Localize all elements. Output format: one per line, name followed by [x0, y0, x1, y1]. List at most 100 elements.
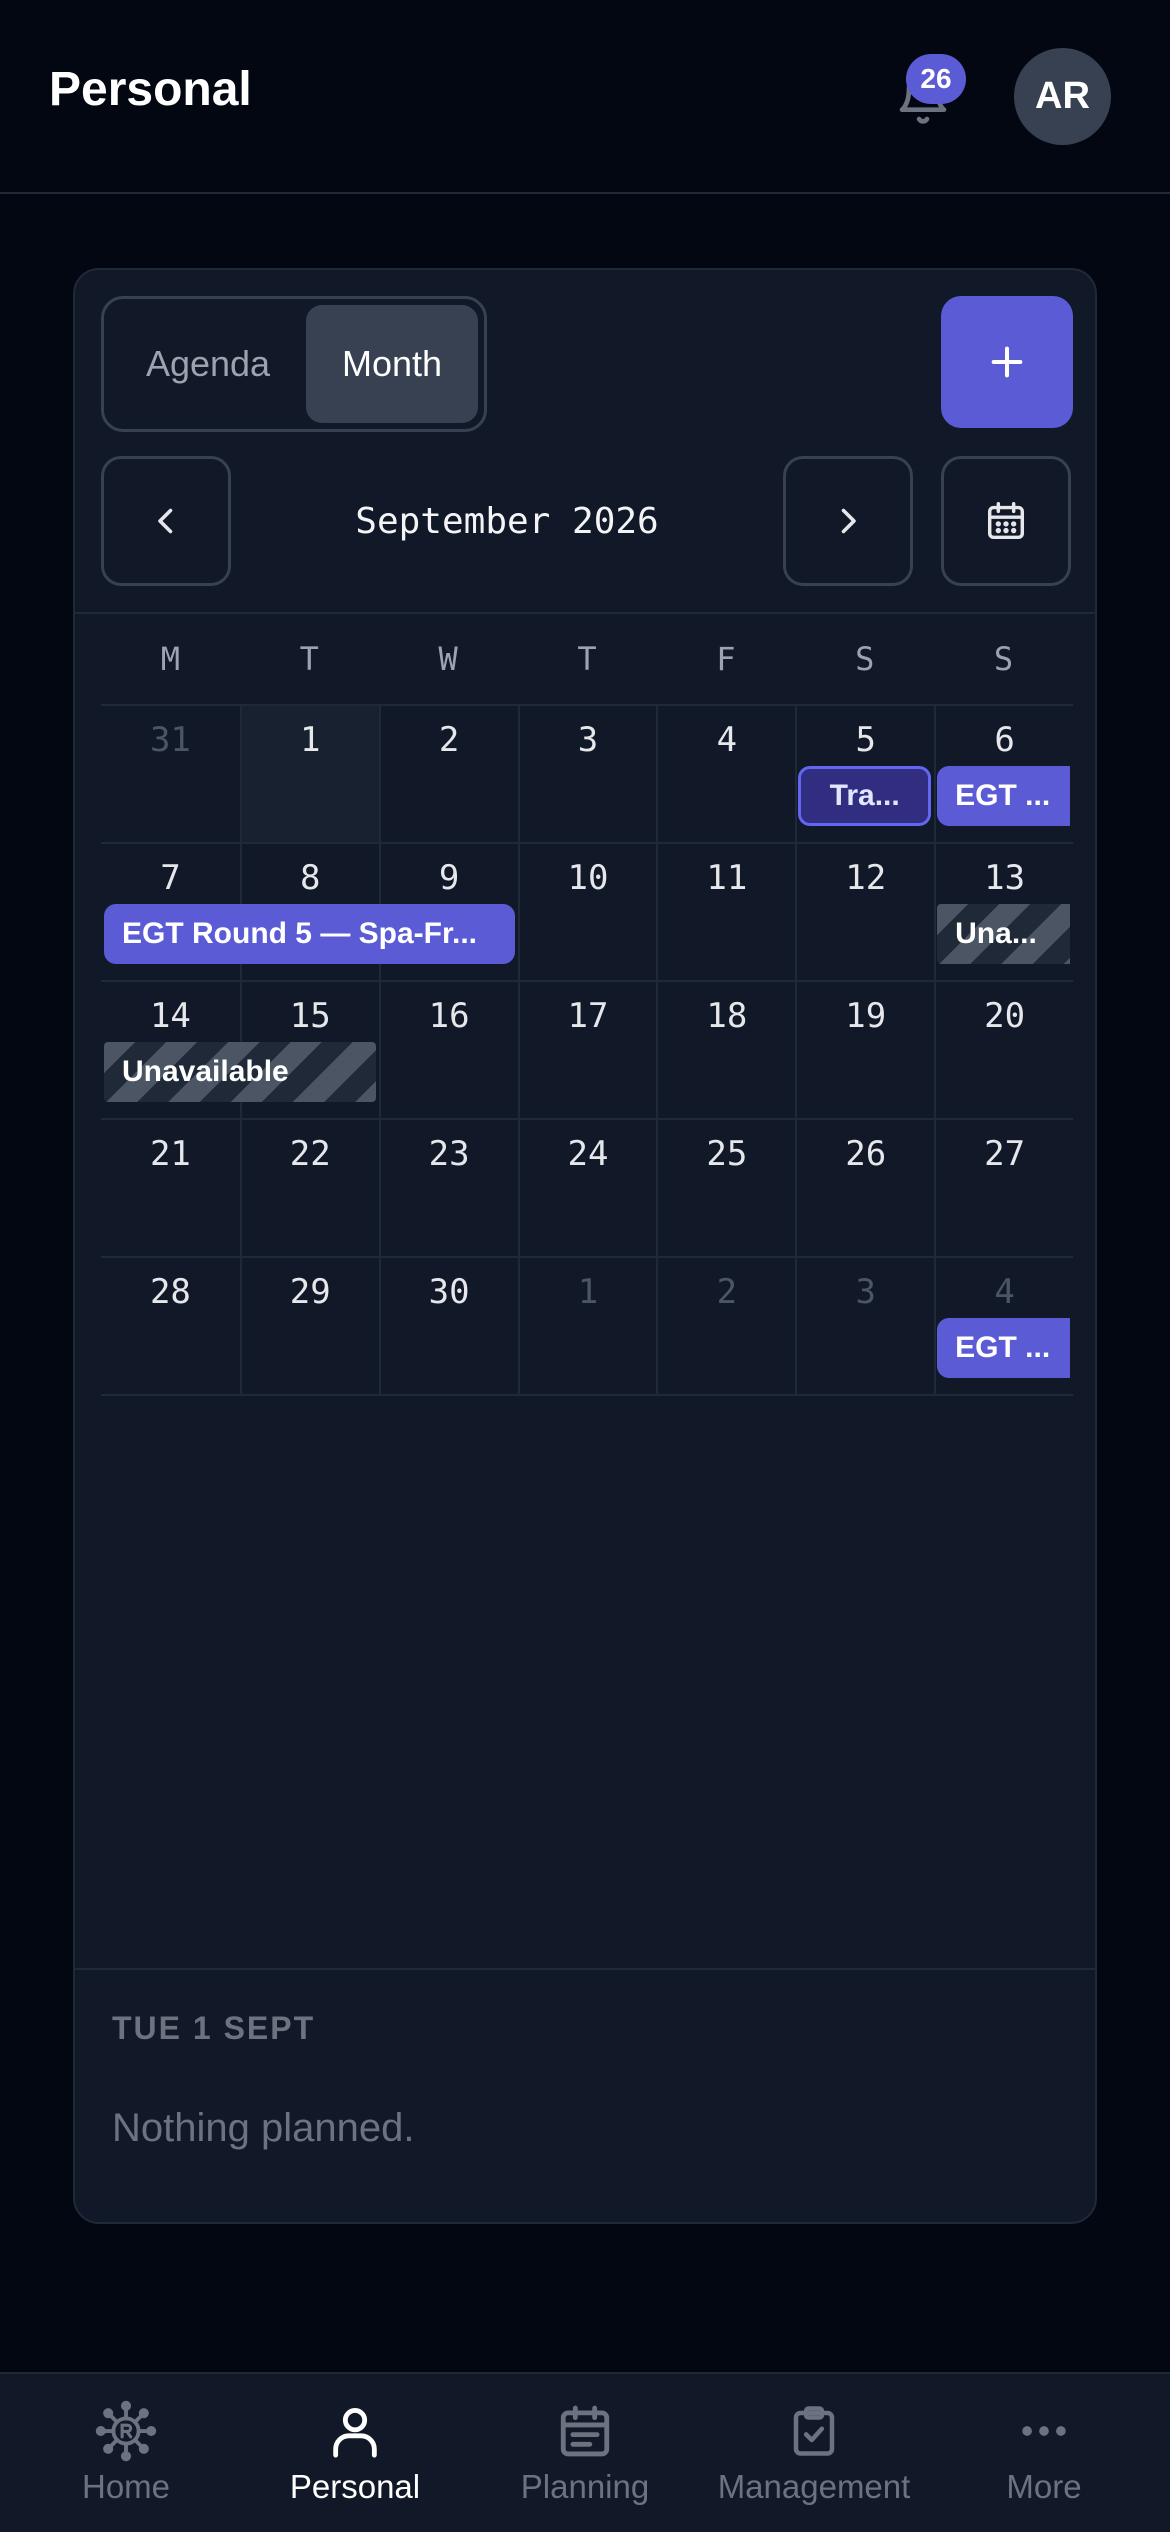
day-cell[interactable]: 21	[101, 1118, 240, 1256]
selected-day-label: TUE 1 SEPT	[112, 2010, 316, 2046]
next-month-button[interactable]	[783, 456, 913, 586]
day-number: 13	[984, 858, 1026, 898]
weekday-label: T	[577, 640, 597, 678]
add-event-button[interactable]	[941, 296, 1073, 428]
day-number: 27	[984, 1134, 1026, 1174]
day-cell[interactable]: 23	[378, 1118, 518, 1256]
day-cell[interactable]: 24	[517, 1118, 657, 1256]
day-cell[interactable]: 10	[517, 842, 657, 980]
day-number: 2	[438, 720, 460, 760]
day-number: 26	[845, 1134, 887, 1174]
day-cell[interactable]: 19	[795, 980, 935, 1118]
nav-planning[interactable]: Planning	[505, 2374, 665, 2532]
user-icon	[333, 2408, 377, 2458]
day-cell[interactable]: 4	[656, 704, 796, 842]
day-number: 11	[706, 858, 748, 898]
calendar-event[interactable]: Tra...	[798, 766, 932, 826]
bottom-navigation: Home Personal Planning Management More	[0, 2372, 1170, 2532]
empty-day-message: Nothing planned.	[112, 2106, 415, 2150]
nav-management[interactable]: Management	[706, 2374, 922, 2532]
day-cell[interactable]: 3	[517, 704, 657, 842]
calendar-event[interactable]: EGT ...	[937, 1318, 1070, 1378]
notification-count-badge: 26	[906, 54, 966, 104]
weekday-label: S	[855, 640, 875, 678]
day-cell[interactable]: 28	[101, 1256, 240, 1394]
day-number: 20	[984, 996, 1026, 1036]
page-title: Personal	[49, 63, 252, 116]
day-cell[interactable]: 25	[656, 1118, 796, 1256]
chevron-left-icon	[158, 508, 173, 534]
current-month-label: September 2026	[355, 500, 659, 542]
chevron-right-icon	[841, 508, 856, 534]
nav-home[interactable]: Home	[56, 2374, 196, 2532]
nav-personal[interactable]: Personal	[275, 2374, 435, 2532]
day-cell[interactable]: 2	[378, 704, 518, 842]
day-number: 24	[567, 1134, 609, 1174]
divider	[75, 1968, 1095, 1970]
day-number: 1	[300, 720, 321, 760]
app-screen: Personal 26 AR Agenda Month September 20…	[0, 0, 1170, 2532]
day-number: 4	[994, 1272, 1015, 1312]
unavailable-block[interactable]: Una...	[937, 904, 1070, 964]
home-hub-icon	[95, 2400, 157, 2462]
day-number: 16	[428, 996, 470, 1036]
calendar-icon	[987, 502, 1025, 540]
day-cell[interactable]: 18	[656, 980, 796, 1118]
unavailable-block[interactable]: Unavailable	[104, 1042, 376, 1102]
day-number: 5	[855, 720, 876, 760]
day-number: 28	[149, 1272, 191, 1312]
day-cell[interactable]: 1	[517, 1256, 657, 1394]
weekday-header-row: M T W T F S S	[101, 614, 1073, 704]
month-view-tab[interactable]: Month	[306, 305, 478, 423]
calendar-event[interactable]: EGT Round 5 — Spa-Fr...	[104, 904, 515, 964]
nav-label: Management	[717, 2468, 911, 2505]
day-cell[interactable]: 1	[239, 704, 379, 842]
day-cell[interactable]: 27	[934, 1118, 1073, 1256]
day-cell[interactable]: 29	[239, 1256, 379, 1394]
day-cell[interactable]: 3	[795, 1256, 935, 1394]
day-number: 21	[149, 1134, 191, 1174]
date-picker-button[interactable]	[941, 456, 1071, 586]
weekday-label: S	[993, 640, 1014, 678]
plus-icon	[991, 346, 1023, 378]
day-cell[interactable]: 31	[101, 704, 240, 842]
day-cell[interactable]: 16	[378, 980, 518, 1118]
day-number: 4	[716, 720, 738, 760]
day-number: 22	[289, 1134, 331, 1174]
day-number: 29	[289, 1272, 331, 1312]
day-number: 14	[149, 996, 191, 1036]
day-cell[interactable]: 11	[656, 842, 796, 980]
weekday-label: M	[160, 640, 181, 678]
day-number: 15	[289, 996, 331, 1036]
day-number: 10	[567, 858, 609, 898]
calendar-card: Agenda Month September 2026 M T W T F S …	[73, 268, 1097, 2224]
day-number: 7	[160, 858, 181, 898]
previous-month-button[interactable]	[101, 456, 231, 586]
calendar-list-icon	[560, 2405, 610, 2457]
divider	[101, 1394, 1073, 1396]
day-cell[interactable]: 30	[378, 1256, 518, 1394]
day-number: 25	[706, 1134, 748, 1174]
agenda-view-tab[interactable]: Agenda	[110, 305, 306, 423]
day-number: 23	[428, 1134, 470, 1174]
weekday-label: T	[299, 640, 319, 678]
day-cell[interactable]: 20	[934, 980, 1073, 1118]
weekday-label: W	[438, 640, 458, 678]
notifications-button[interactable]: 26	[888, 54, 966, 132]
calendar-event[interactable]: EGT ...	[937, 766, 1070, 826]
view-toggle: Agenda Month	[101, 296, 487, 432]
day-number: 6	[994, 720, 1015, 760]
user-avatar[interactable]: AR	[1014, 48, 1111, 145]
day-cell[interactable]: 2	[656, 1256, 796, 1394]
day-cell[interactable]: 22	[239, 1118, 379, 1256]
nav-more[interactable]: More	[984, 2374, 1104, 2532]
day-cell[interactable]: 26	[795, 1118, 935, 1256]
day-number: 9	[438, 858, 460, 898]
day-number: 2	[716, 1272, 738, 1312]
day-cell[interactable]: 17	[517, 980, 657, 1118]
day-number: 3	[855, 1272, 876, 1312]
more-dots-icon	[1022, 2426, 1066, 2436]
day-cell[interactable]: 12	[795, 842, 935, 980]
day-number: 18	[706, 996, 748, 1036]
day-number: 1	[577, 1272, 599, 1312]
